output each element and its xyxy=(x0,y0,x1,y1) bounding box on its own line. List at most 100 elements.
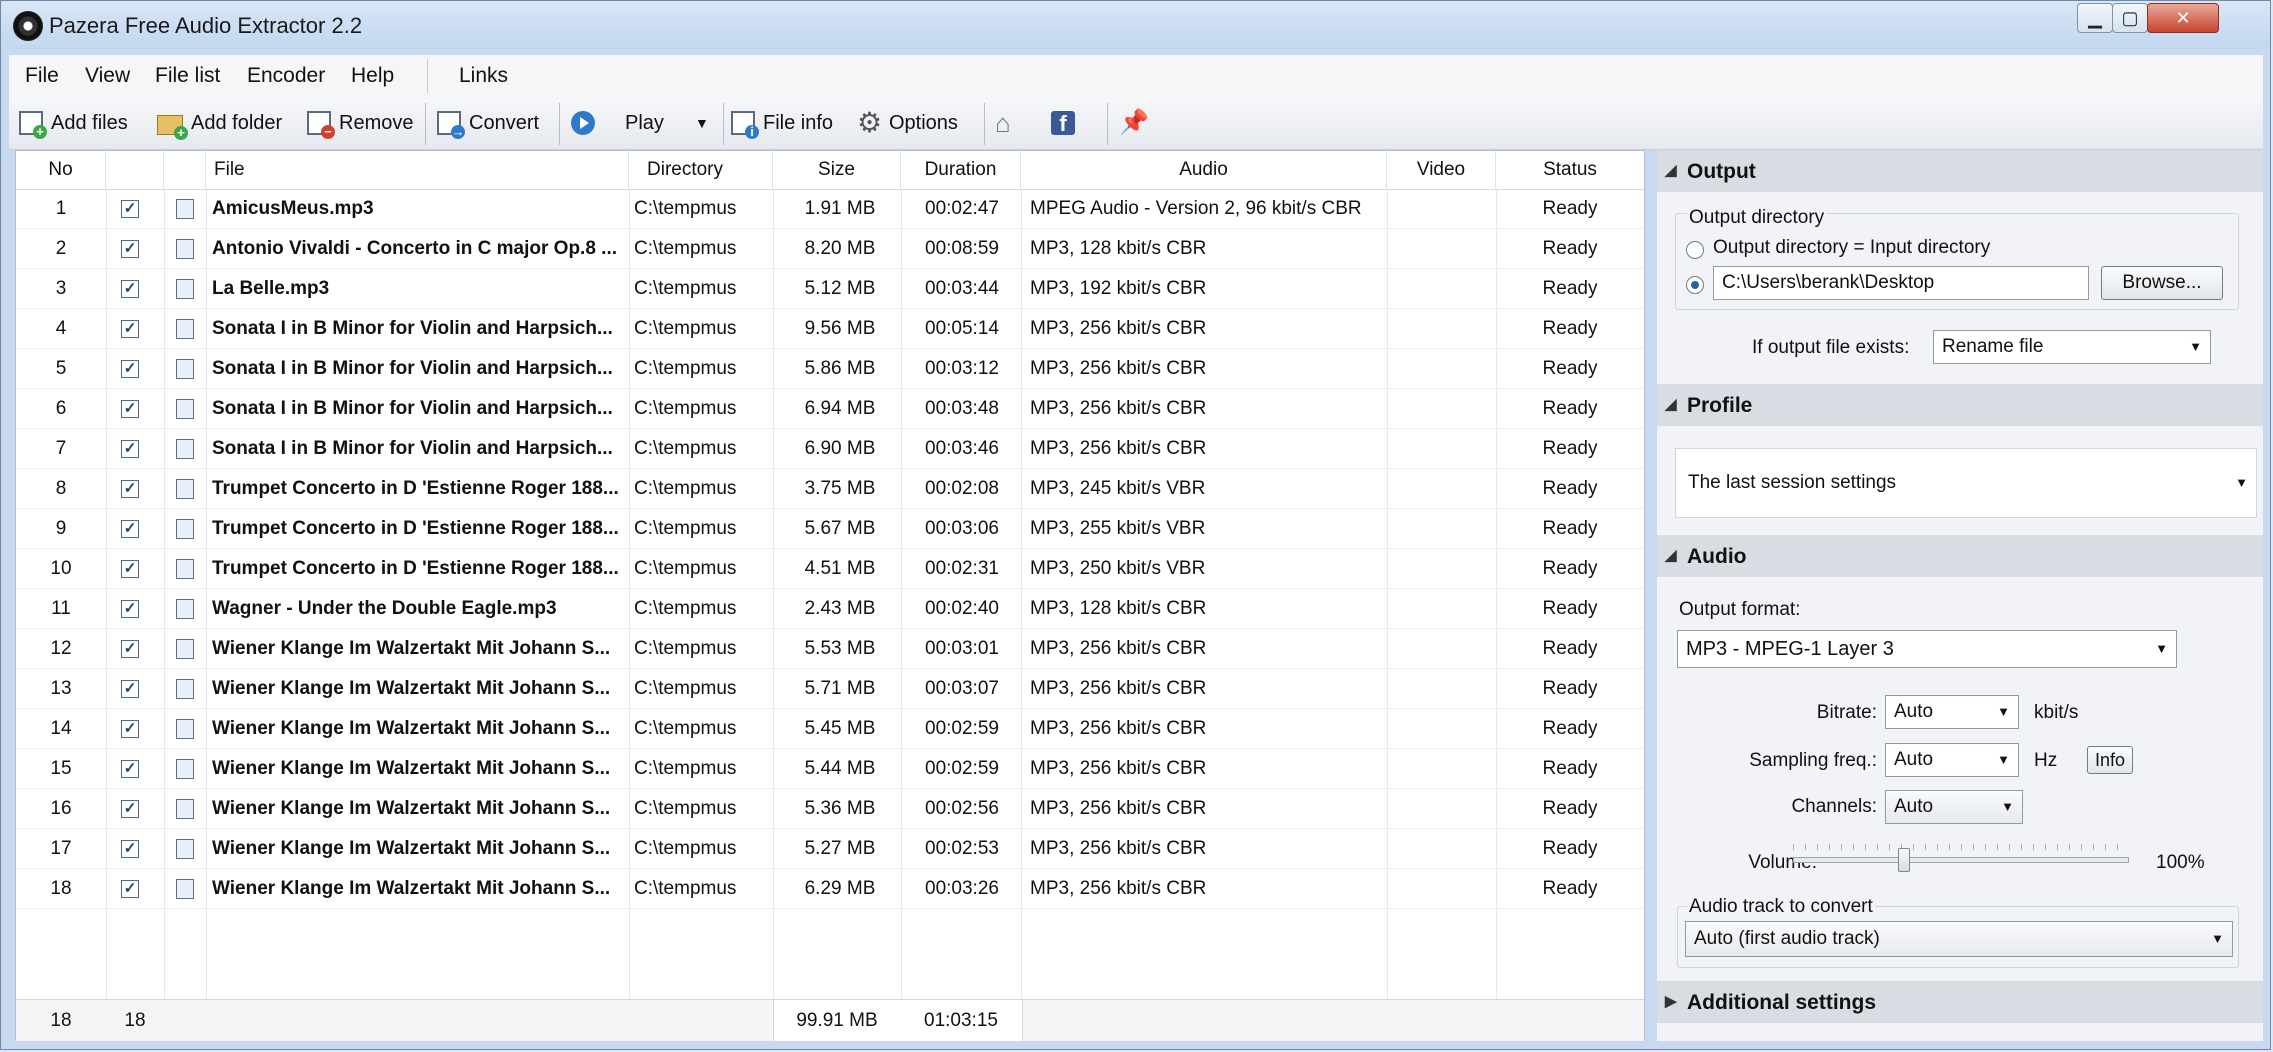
volume-slider-handle[interactable] xyxy=(1897,848,1910,872)
menu-file[interactable]: File xyxy=(25,64,59,88)
col-status[interactable]: Status xyxy=(1496,151,1644,189)
col-check[interactable] xyxy=(106,151,164,189)
menu-file-list[interactable]: File list xyxy=(155,64,220,88)
row-checkbox[interactable]: ✓ xyxy=(121,760,139,778)
toolbar-separator xyxy=(984,103,985,145)
table-row[interactable]: 9 ✓ Trumpet Concerto in D 'Estienne Roger … xyxy=(16,509,1644,549)
remove-button[interactable]: − Remove xyxy=(307,107,413,139)
col-size[interactable]: Size xyxy=(773,151,901,189)
row-file-name: Antonio Vivaldi - Concerto in C major Op… xyxy=(212,238,618,259)
row-size: 5.71 MB xyxy=(804,678,876,699)
menu-links[interactable]: Links xyxy=(459,64,508,88)
row-checkbox[interactable]: ✓ xyxy=(121,800,139,818)
row-checkbox[interactable]: ✓ xyxy=(121,440,139,458)
table-row[interactable]: 14 ✓ Wiener Klange Im Walzertakt Mit Johan… xyxy=(16,709,1644,749)
row-duration: 00:02:08 xyxy=(925,478,999,499)
table-row[interactable]: 8 ✓ Trumpet Concerto in D 'Estienne Roger … xyxy=(16,469,1644,509)
row-size: 5.67 MB xyxy=(804,518,876,539)
menu-view[interactable]: View xyxy=(85,64,130,88)
pin-button[interactable]: 📌 xyxy=(1119,107,1149,139)
menu-help[interactable]: Help xyxy=(351,64,394,88)
col-video[interactable]: Video xyxy=(1387,151,1496,189)
file-info-button[interactable]: i File info xyxy=(731,107,833,139)
profile-value: The last session settings xyxy=(1688,472,1897,493)
info-button[interactable]: Info xyxy=(2087,746,2133,774)
table-row[interactable]: 18 ✓ Wiener Klange Im Walzertakt Mit Johan… xyxy=(16,869,1644,909)
row-checkbox[interactable]: ✓ xyxy=(121,240,139,258)
if-exists-select[interactable]: Rename file ▼ xyxy=(1933,330,2211,364)
play-dropdown-button[interactable]: ▼ xyxy=(695,107,709,139)
row-checkbox[interactable]: ✓ xyxy=(121,640,139,658)
table-row[interactable]: 17 ✓ Wiener Klange Im Walzertakt Mit Johan… xyxy=(16,829,1644,869)
maximize-button[interactable]: ▢ xyxy=(2112,3,2148,33)
chevron-down-icon: ▼ xyxy=(2001,799,2014,814)
row-checkbox[interactable]: ✓ xyxy=(121,520,139,538)
facebook-button[interactable]: f xyxy=(1051,107,1075,139)
table-row[interactable]: 15 ✓ Wiener Klange Im Walzertakt Mit Johan… xyxy=(16,749,1644,789)
play-button[interactable]: Play xyxy=(571,107,664,139)
channels-select[interactable]: Auto ▼ xyxy=(1885,790,2023,824)
row-checkbox[interactable]: ✓ xyxy=(121,880,139,898)
volume-value: 100% xyxy=(2156,852,2205,873)
add-files-button[interactable]: + Add files xyxy=(19,107,128,139)
output-section-header[interactable]: ◢ Output xyxy=(1657,150,2263,192)
bitrate-select[interactable]: Auto ▼ xyxy=(1885,695,2019,729)
profile-select[interactable]: The last session settings ▼ xyxy=(1675,448,2257,518)
output-input-dir-radio[interactable] xyxy=(1686,241,1704,259)
row-checkbox[interactable]: ✓ xyxy=(121,680,139,698)
col-duration[interactable]: Duration xyxy=(901,151,1021,189)
row-duration: 00:02:47 xyxy=(925,198,999,219)
row-checkbox[interactable]: ✓ xyxy=(121,280,139,298)
table-row[interactable]: 11 ✓ Wagner - Under the Double Eagle.mp3 C:… xyxy=(16,589,1644,629)
row-checkbox[interactable]: ✓ xyxy=(121,840,139,858)
output-directory-input[interactable]: C:\Users\berank\Desktop xyxy=(1713,266,2089,300)
table-row[interactable]: 7 ✓ Sonata I in B Minor for Violin and Har… xyxy=(16,429,1644,469)
options-button[interactable]: ⚙ Options xyxy=(857,107,958,139)
table-row[interactable]: 1 ✓ AmicusMeus.mp3 C:\tempmus 1.91 MB 00:02:4… xyxy=(16,189,1644,229)
audio-section-header[interactable]: ◢ Audio xyxy=(1657,535,2263,577)
col-no[interactable]: No xyxy=(16,151,106,189)
convert-button[interactable]: → Convert xyxy=(437,107,539,139)
output-format-select[interactable]: MP3 - MPEG-1 Layer 3 ▼ xyxy=(1677,630,2177,668)
row-duration: 00:02:31 xyxy=(925,558,999,579)
table-row[interactable]: 10 ✓ Trumpet Concerto in D 'Estienne Roger… xyxy=(16,549,1644,589)
table-row[interactable]: 2 ✓ Antonio Vivaldi - Concerto in C major … xyxy=(16,229,1644,269)
row-directory: C:\tempmus xyxy=(634,718,737,739)
minimize-button[interactable]: ▁ xyxy=(2077,3,2113,33)
row-directory: C:\tempmus xyxy=(634,758,737,779)
add-folder-button[interactable]: + Add folder xyxy=(157,107,282,140)
row-checkbox[interactable]: ✓ xyxy=(121,200,139,218)
table-row[interactable]: 16 ✓ Wiener Klange Im Walzertakt Mit Johan… xyxy=(16,789,1644,829)
table-row[interactable]: 6 ✓ Sonata I in B Minor for Violin and Har… xyxy=(16,389,1644,429)
row-checkbox[interactable]: ✓ xyxy=(121,720,139,738)
row-size: 9.56 MB xyxy=(804,318,876,339)
row-number: 6 xyxy=(55,398,67,419)
row-checkbox[interactable]: ✓ xyxy=(121,320,139,338)
col-file[interactable]: File xyxy=(206,151,629,189)
close-button[interactable]: ✕ xyxy=(2147,3,2219,33)
output-custom-dir-radio[interactable] xyxy=(1686,276,1704,294)
col-directory[interactable]: Directory xyxy=(629,151,773,189)
sampling-select[interactable]: Auto ▼ xyxy=(1885,743,2019,777)
row-checkbox[interactable]: ✓ xyxy=(121,400,139,418)
col-audio[interactable]: Audio xyxy=(1021,151,1387,189)
table-row[interactable]: 12 ✓ Wiener Klange Im Walzertakt Mit Johan… xyxy=(16,629,1644,669)
row-checkbox[interactable]: ✓ xyxy=(121,360,139,378)
row-checkbox[interactable]: ✓ xyxy=(121,480,139,498)
table-row[interactable]: 3 ✓ La Belle.mp3 C:\tempmus 5.12 MB 00:03:44 M… xyxy=(16,269,1644,309)
menu-encoder[interactable]: Encoder xyxy=(247,64,325,88)
file-list[interactable]: No File Directory Size Duration Audio Vi… xyxy=(15,150,1645,1041)
home-button[interactable]: ⌂ xyxy=(995,107,1019,139)
additional-settings-header[interactable]: ▶ Additional settings xyxy=(1657,981,2263,1023)
volume-slider[interactable] xyxy=(1793,857,2129,863)
table-row[interactable]: 13 ✓ Wiener Klange Im Walzertakt Mit Johan… xyxy=(16,669,1644,709)
row-checkbox[interactable]: ✓ xyxy=(121,560,139,578)
audio-track-label: Audio track to convert xyxy=(1687,896,1875,918)
audio-track-select[interactable]: Auto (first audio track) ▼ xyxy=(1685,921,2233,957)
row-checkbox[interactable]: ✓ xyxy=(121,600,139,618)
browse-button[interactable]: Browse... xyxy=(2101,266,2223,300)
table-row[interactable]: 5 ✓ Sonata I in B Minor for Violin and Har… xyxy=(16,349,1644,389)
col-icon[interactable] xyxy=(164,151,206,189)
profile-section-header[interactable]: ◢ Profile xyxy=(1657,384,2263,426)
table-row[interactable]: 4 ✓ Sonata I in B Minor for Violin and Har… xyxy=(16,309,1644,349)
